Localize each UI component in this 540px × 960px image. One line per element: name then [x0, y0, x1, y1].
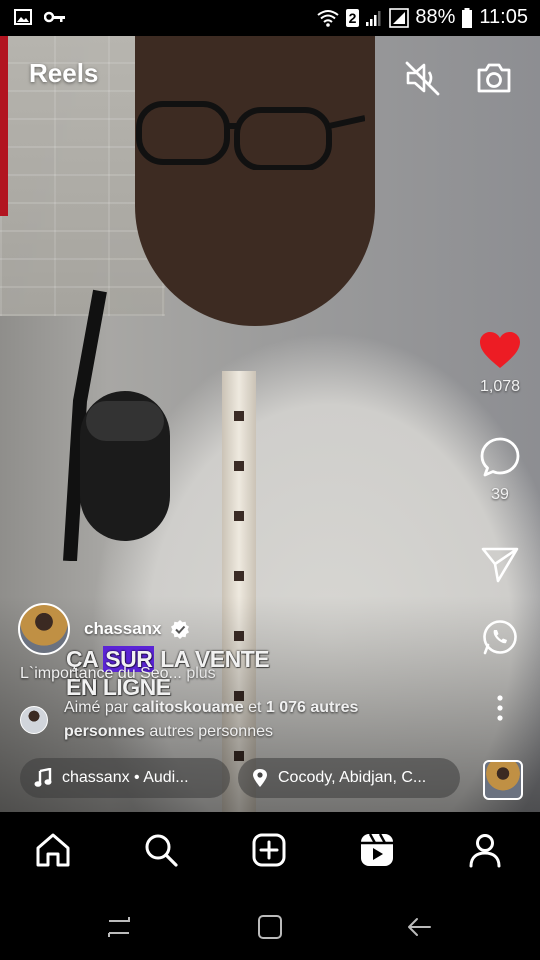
- audio-chip[interactable]: chassanx • Audi...: [20, 758, 230, 798]
- home-button-icon[interactable]: [256, 913, 284, 941]
- image-icon: [14, 9, 32, 25]
- create-icon: [252, 833, 286, 867]
- wifi-icon: [316, 9, 339, 27]
- heart-icon[interactable]: [478, 330, 522, 370]
- recent-apps-icon[interactable]: [105, 914, 133, 940]
- liked-mid: et: [243, 699, 266, 716]
- profile-icon: [469, 834, 501, 868]
- nav-profile[interactable]: [465, 830, 505, 870]
- clock: 11:05: [479, 6, 528, 28]
- mute-button[interactable]: [400, 56, 444, 100]
- liked-people: personnes: [64, 723, 145, 740]
- system-nav: [0, 892, 540, 960]
- home-icon: [36, 833, 70, 867]
- verified-badge-icon: [170, 620, 189, 639]
- comment-icon[interactable]: [479, 436, 521, 478]
- comment-count: 39: [491, 486, 509, 503]
- camera-icon: [477, 63, 511, 93]
- back-icon[interactable]: [406, 914, 434, 940]
- bottom-nav: [0, 812, 540, 892]
- signal-badge: 2: [345, 8, 360, 27]
- more-action: [460, 694, 540, 722]
- author-avatar[interactable]: [18, 603, 70, 655]
- liked-count[interactable]: 1 076 autres: [266, 699, 359, 716]
- speaker-glasses: [136, 101, 365, 170]
- camera-button[interactable]: [472, 56, 516, 100]
- microphone: [63, 289, 170, 561]
- nav-search[interactable]: [141, 830, 181, 870]
- audio-label: chassanx • Audi...: [62, 769, 189, 786]
- signal-icon: [366, 10, 381, 26]
- whatsapp-action: [460, 618, 540, 656]
- location-label: Cocody, Abidjan, C...: [278, 769, 427, 786]
- author-name[interactable]: chassanx: [84, 619, 162, 639]
- battery-icon: [462, 7, 473, 28]
- reels-icon: [361, 833, 393, 866]
- nav-reels[interactable]: [357, 830, 397, 870]
- more-options-icon[interactable]: [495, 694, 505, 722]
- send-icon[interactable]: [480, 546, 520, 584]
- location-pin-icon: [253, 769, 267, 787]
- page-title: Reels: [29, 58, 99, 88]
- battery-percent: 88%: [415, 6, 456, 28]
- background-red-strip: [0, 36, 8, 216]
- like-count: 1,078: [479, 378, 521, 395]
- search-icon: [145, 834, 178, 867]
- liked-prefix: Aimé par: [64, 699, 133, 716]
- caption[interactable]: L`importance du Seo... plus: [20, 665, 216, 683]
- volume-mute-icon: [405, 61, 440, 96]
- liked-suffix: autres personnes: [144, 723, 273, 740]
- caption-more-link[interactable]: plus: [186, 665, 215, 682]
- whatsapp-icon[interactable]: [481, 618, 519, 656]
- like-action: 1,078: [460, 330, 540, 396]
- key-icon: [44, 11, 65, 23]
- nav-home[interactable]: [33, 830, 73, 870]
- music-note-icon: [34, 768, 52, 787]
- location-chip[interactable]: Cocody, Abidjan, C...: [238, 758, 460, 798]
- signal-box-icon: [389, 7, 410, 28]
- share-action: [460, 546, 540, 584]
- liker-avatar: [20, 706, 48, 734]
- status-bar: 2 88% 11:05: [0, 0, 540, 36]
- comment-action: 39: [460, 436, 540, 504]
- audio-thumbnail[interactable]: [483, 760, 523, 800]
- liked-user[interactable]: calitoskouame: [132, 699, 243, 716]
- liked-by-text: Aimé par calitoskouame et 1 076 autres pe…: [64, 696, 358, 744]
- nav-create[interactable]: [249, 830, 289, 870]
- caption-text: L`importance du Seo...: [20, 665, 182, 682]
